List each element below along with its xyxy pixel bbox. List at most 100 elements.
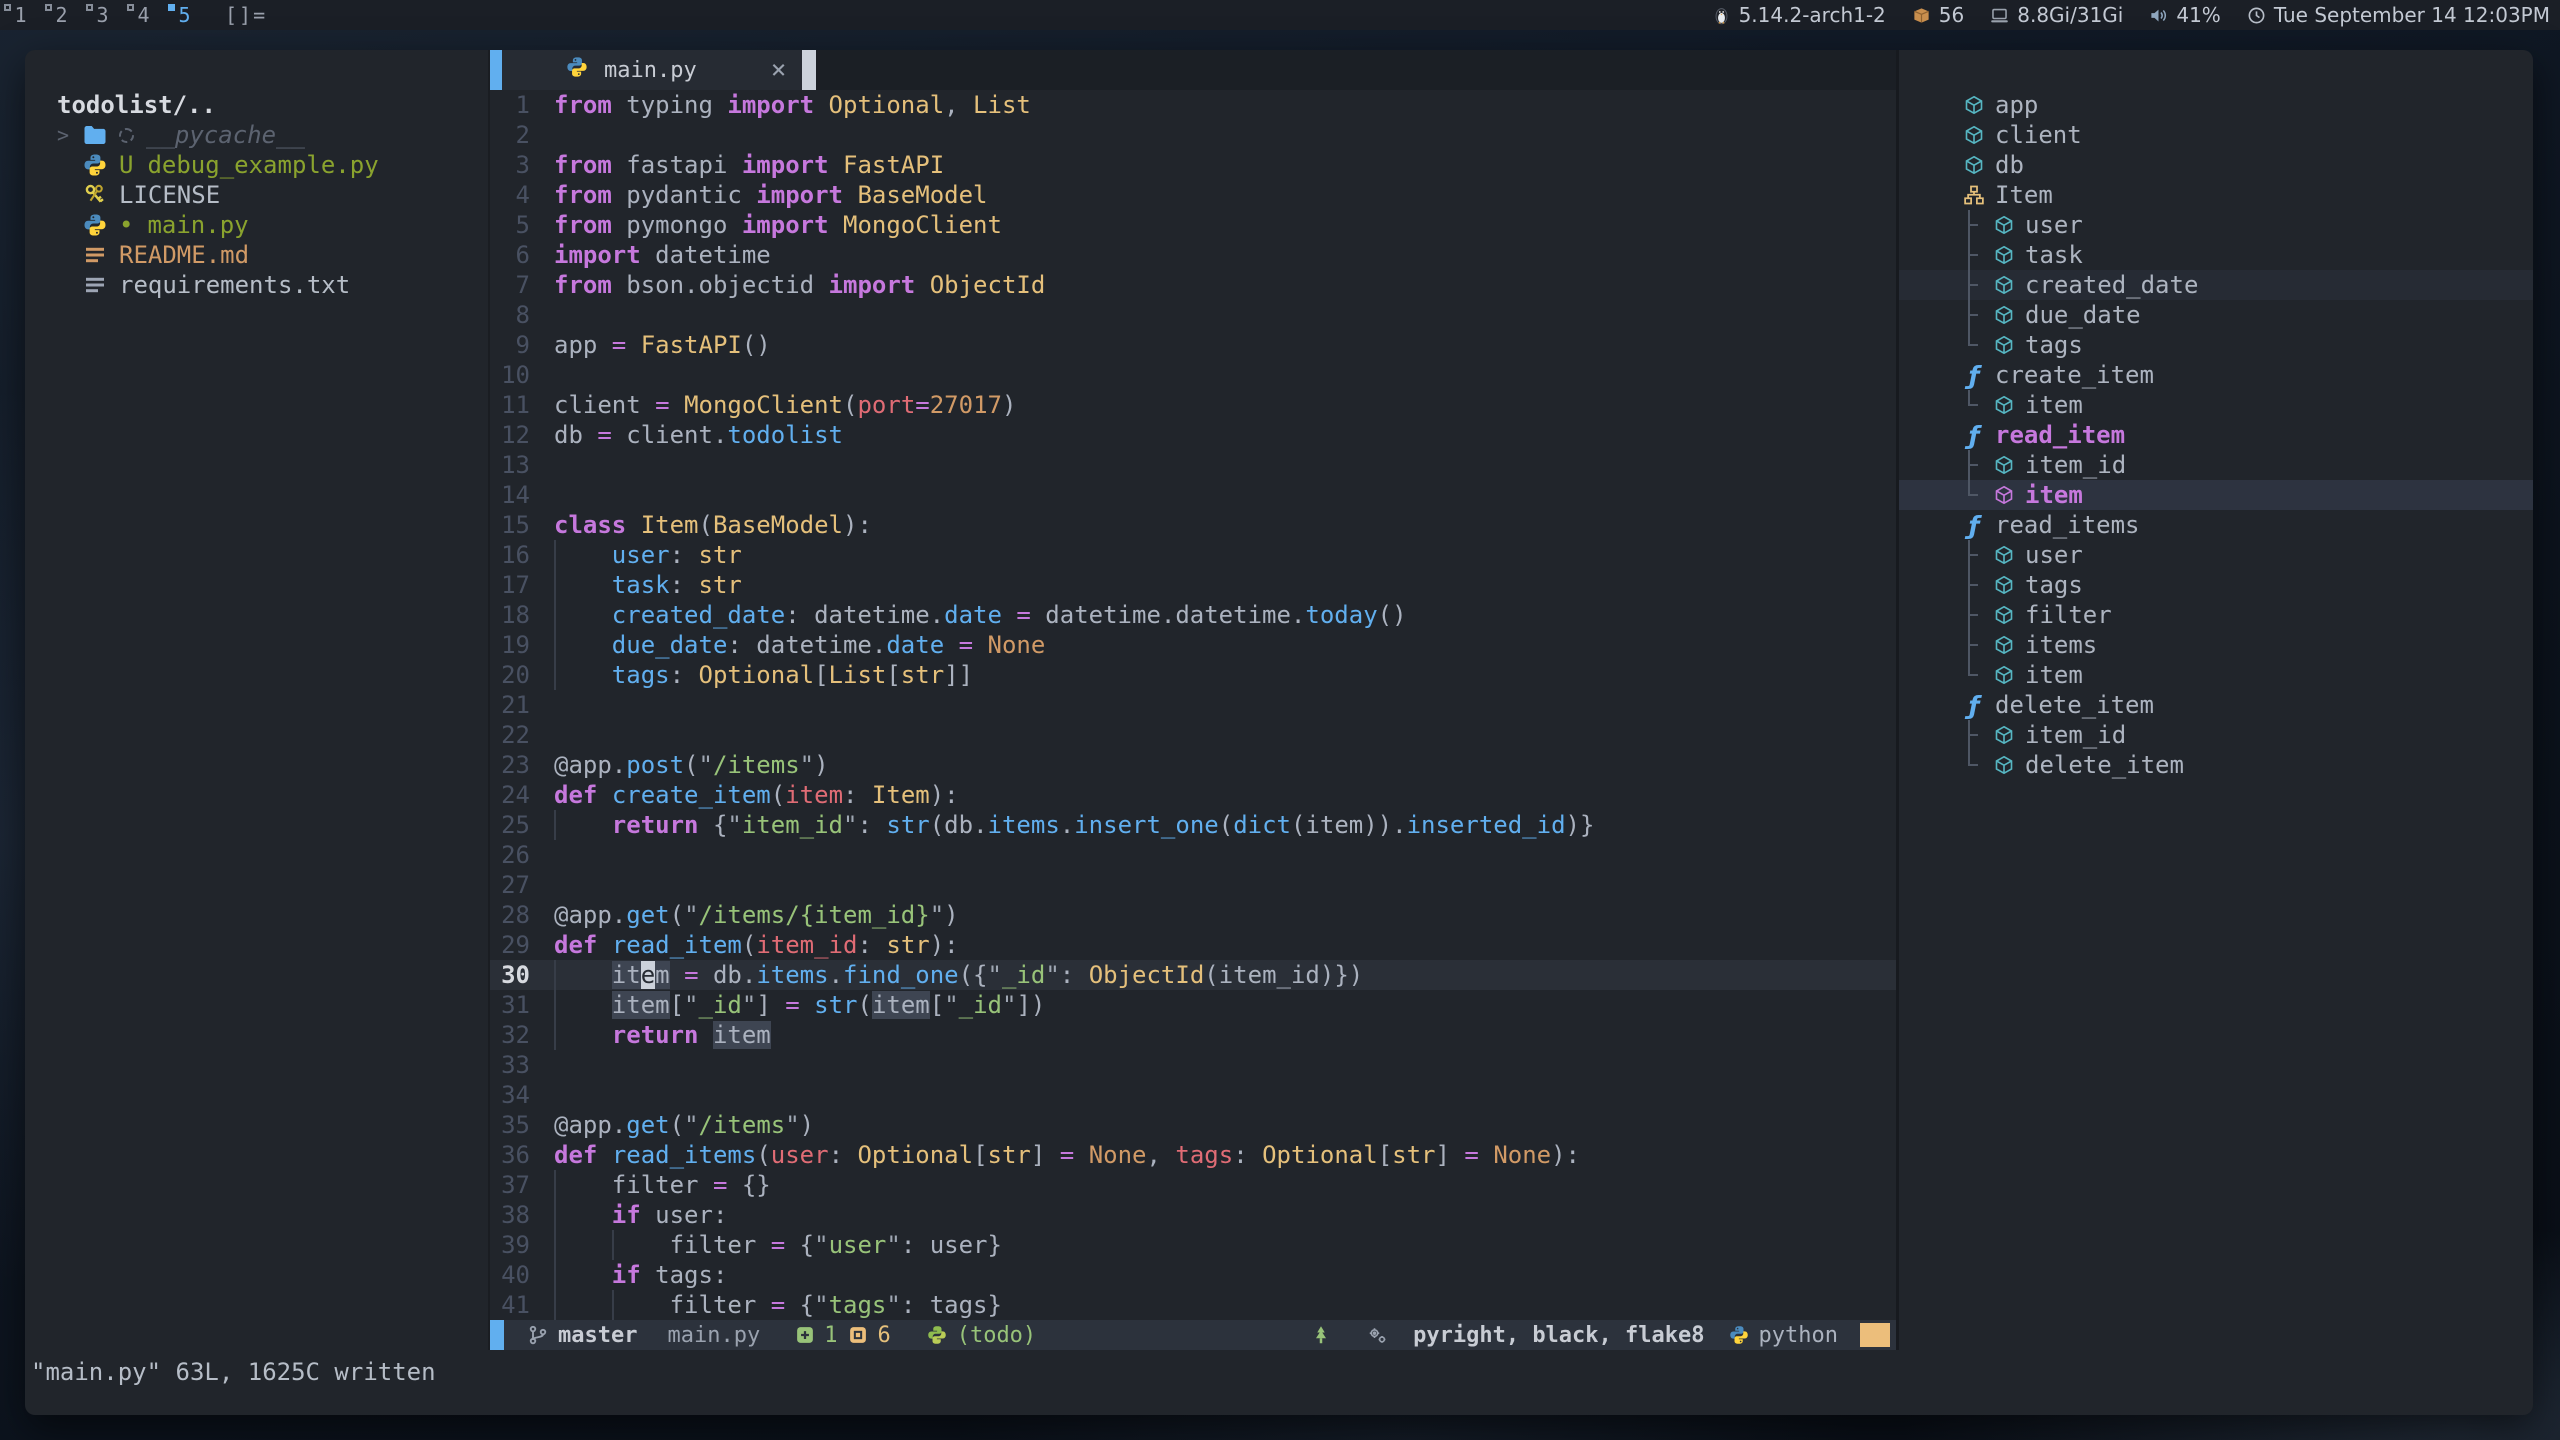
tree-file-main.py[interactable]: •main.py — [25, 210, 488, 240]
outline-symbol-create_item[interactable]: ƒcreate_item — [1899, 360, 2533, 390]
code-line-23[interactable]: 23@app.post("/items") — [490, 750, 1896, 780]
tree-file-debug_example.py[interactable]: Udebug_example.py — [25, 150, 488, 180]
outline-symbol-task[interactable]: task — [1899, 240, 2533, 270]
outline-symbol-item[interactable]: item — [1899, 480, 2533, 510]
code-line-37[interactable]: 37 filter = {} — [490, 1170, 1896, 1200]
outline-symbol-item[interactable]: item — [1899, 660, 2533, 690]
outline-symbol-items[interactable]: items — [1899, 630, 2533, 660]
git-added-count: 1 — [824, 1323, 837, 1348]
outline-symbol-client[interactable]: client — [1899, 120, 2533, 150]
tree-root[interactable]: todolist/.. — [25, 90, 488, 120]
outline-symbol-tags[interactable]: tags — [1899, 570, 2533, 600]
line-number: 15 — [490, 510, 554, 540]
code-line-22[interactable]: 22 — [490, 720, 1896, 750]
code-line-10[interactable]: 10 — [490, 360, 1896, 390]
code-line-19[interactable]: 19 due_date: datetime.date = None — [490, 630, 1896, 660]
code-line-35[interactable]: 35@app.get("/items") — [490, 1110, 1896, 1140]
tree-connector — [1963, 720, 1993, 750]
outline-symbol-Item[interactable]: Item — [1899, 180, 2533, 210]
code-line-7[interactable]: 7from bson.objectid import ObjectId — [490, 270, 1896, 300]
outline-symbol-tags[interactable]: tags — [1899, 330, 2533, 360]
line-number: 29 — [490, 930, 554, 960]
code-line-18[interactable]: 18 created_date: datetime.date = datetim… — [490, 600, 1896, 630]
line-number: 22 — [490, 720, 554, 750]
workspace-tag-2[interactable]: 2 — [41, 0, 82, 30]
outline-symbol-created_date[interactable]: created_date — [1899, 270, 2533, 300]
variable-cube-icon — [1993, 545, 2015, 565]
vim-command-line: "main.py" 63L, 1625C written — [25, 1350, 2533, 1415]
code-line-14[interactable]: 14 — [490, 480, 1896, 510]
workspace-tag-3[interactable]: 3 — [82, 0, 123, 30]
code-line-28[interactable]: 28@app.get("/items/{item_id}") — [490, 900, 1896, 930]
code-line-32[interactable]: 32 return item — [490, 1020, 1896, 1050]
code-line-text: return {"item_id": str(db.items.insert_o… — [554, 810, 1594, 840]
outline-symbol-label: item — [2025, 661, 2083, 689]
workspace-tag-4[interactable]: 4 — [123, 0, 164, 30]
tree-file-README.md[interactable]: README.md — [25, 240, 488, 270]
outline-symbol-read_item[interactable]: ƒread_item — [1899, 420, 2533, 450]
file-explorer[interactable]: todolist/.. >__pycache__Udebug_example.p… — [25, 50, 490, 1350]
outline-symbol-delete_item[interactable]: delete_item — [1899, 750, 2533, 780]
code-line-5[interactable]: 5from pymongo import MongoClient — [490, 210, 1896, 240]
line-number: 33 — [490, 1050, 554, 1080]
chevron-right-icon[interactable]: > — [57, 120, 83, 150]
outline-symbol-delete_item[interactable]: ƒdelete_item — [1899, 690, 2533, 720]
line-number: 28 — [490, 900, 554, 930]
code-line-17[interactable]: 17 task: str — [490, 570, 1896, 600]
tree-file-LICENSE[interactable]: LICENSE — [25, 180, 488, 210]
code-line-15[interactable]: 15class Item(BaseModel): — [490, 510, 1896, 540]
code-line-27[interactable]: 27 — [490, 870, 1896, 900]
workspace-tag-1[interactable]: 1 — [0, 0, 41, 30]
code-line-1[interactable]: 1from typing import Optional, List — [490, 90, 1896, 120]
code-line-29[interactable]: 29def read_item(item_id: str): — [490, 930, 1896, 960]
outline-symbol-read_items[interactable]: ƒread_items — [1899, 510, 2533, 540]
code-line-8[interactable]: 8 — [490, 300, 1896, 330]
variable-cube-icon — [1993, 725, 2015, 745]
code-line-39[interactable]: 39 filter = {"user": user} — [490, 1230, 1896, 1260]
code-line-text: tags: Optional[List[str]] — [554, 660, 973, 690]
outline-symbol-filter[interactable]: filter — [1899, 600, 2533, 630]
outline-symbol-app[interactable]: app — [1899, 90, 2533, 120]
code-line-24[interactable]: 24def create_item(item: Item): — [490, 780, 1896, 810]
code-line-3[interactable]: 3from fastapi import FastAPI — [490, 150, 1896, 180]
code-line-33[interactable]: 33 — [490, 1050, 1896, 1080]
code-line-16[interactable]: 16 user: str — [490, 540, 1896, 570]
code-line-12[interactable]: 12db = client.todolist — [490, 420, 1896, 450]
code-line-41[interactable]: 41 filter = {"tags": tags} — [490, 1290, 1896, 1320]
code-line-25[interactable]: 25 return {"item_id": str(db.items.inser… — [490, 810, 1896, 840]
outline-symbol-due_date[interactable]: due_date — [1899, 300, 2533, 330]
code-line-9[interactable]: 9app = FastAPI() — [490, 330, 1896, 360]
outline-symbol-item_id[interactable]: item_id — [1899, 450, 2533, 480]
code-line-11[interactable]: 11client = MongoClient(port=27017) — [490, 390, 1896, 420]
code-line-26[interactable]: 26 — [490, 840, 1896, 870]
code-line-2[interactable]: 2 — [490, 120, 1896, 150]
code-line-30[interactable]: 30 item = db.items.find_one({"_id": Obje… — [490, 960, 1896, 990]
outline-symbol-db[interactable]: db — [1899, 150, 2533, 180]
code-line-4[interactable]: 4from pydantic import BaseModel — [490, 180, 1896, 210]
code-line-6[interactable]: 6import datetime — [490, 240, 1896, 270]
code-line-36[interactable]: 36def read_items(user: Optional[str] = N… — [490, 1140, 1896, 1170]
tab-close-icon[interactable]: × — [771, 55, 787, 85]
statusline-accent — [490, 1320, 504, 1350]
code-line-40[interactable]: 40 if tags: — [490, 1260, 1896, 1290]
workspace-tag-5[interactable]: 5 — [164, 0, 205, 30]
symbols-outline[interactable]: appclientdbItemusertaskcreated_datedue_d… — [1899, 50, 2533, 1350]
outline-symbol-label: due_date — [2025, 301, 2141, 329]
outline-symbol-user[interactable]: user — [1899, 210, 2533, 240]
code-line-31[interactable]: 31 item["_id"] = str(item["_id"]) — [490, 990, 1896, 1020]
code-line-text: from typing import Optional, List — [554, 90, 1031, 120]
code-line-20[interactable]: 20 tags: Optional[List[str]] — [490, 660, 1896, 690]
tree-file-requirements.txt[interactable]: requirements.txt — [25, 270, 488, 300]
code-line-38[interactable]: 38 if user: — [490, 1200, 1896, 1230]
outline-symbol-user[interactable]: user — [1899, 540, 2533, 570]
volume-icon — [2149, 6, 2168, 25]
outline-symbol-item[interactable]: item — [1899, 390, 2533, 420]
code-line-34[interactable]: 34 — [490, 1080, 1896, 1110]
tab-main-py[interactable]: main.py × — [502, 50, 802, 90]
code-editor[interactable]: 1from typing import Optional, List23from… — [490, 90, 1896, 1320]
code-line-13[interactable]: 13 — [490, 450, 1896, 480]
outline-symbol-item_id[interactable]: item_id — [1899, 720, 2533, 750]
tree-dir-__pycache__[interactable]: >__pycache__ — [25, 120, 488, 150]
code-line-21[interactable]: 21 — [490, 690, 1896, 720]
line-number: 24 — [490, 780, 554, 810]
